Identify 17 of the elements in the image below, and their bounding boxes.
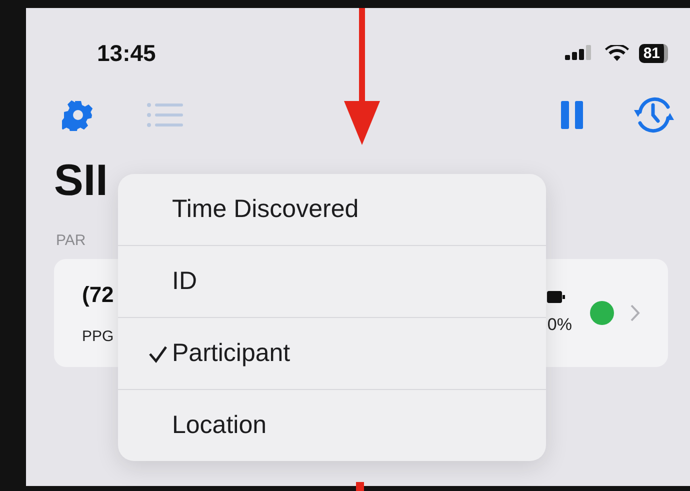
battery-icon [547, 291, 566, 303]
menu-item[interactable]: Time Discovered [118, 174, 546, 245]
status-dot [590, 301, 614, 325]
menu-item[interactable]: Participant [118, 317, 546, 389]
history-icon[interactable] [632, 96, 676, 134]
pause-icon[interactable] [560, 100, 584, 130]
menu-item[interactable]: Location [118, 389, 546, 461]
device-name: (72 [82, 282, 115, 308]
settings-icon[interactable] [62, 99, 94, 131]
section-header: PAR [56, 232, 87, 249]
chevron-icon [630, 304, 640, 322]
page-title: SII [54, 156, 109, 206]
battery-reading: 0% [547, 315, 572, 335]
status-time: 13:45 [97, 40, 156, 66]
device-type: PPG [82, 328, 115, 344]
battery-level: 81 [639, 44, 668, 62]
wifi-icon [605, 44, 630, 62]
